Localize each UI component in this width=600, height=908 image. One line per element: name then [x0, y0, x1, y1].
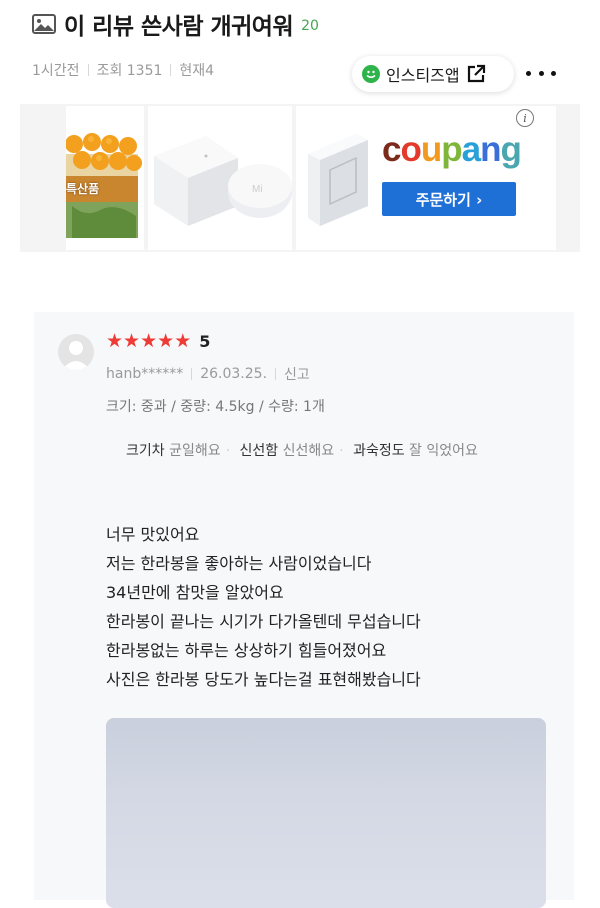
ad-coupang-tile[interactable] [296, 106, 556, 250]
insti-logo-icon [362, 65, 380, 83]
divider [170, 64, 172, 76]
product-box-image [308, 134, 368, 226]
rating-value: 5 [199, 331, 211, 351]
order-button[interactable]: 주문하기 › [382, 182, 516, 216]
eval-key: 과숙정도 [353, 443, 405, 459]
star-icon: ★ [174, 330, 192, 352]
post-views: 조회 1351 [96, 63, 163, 79]
divider [275, 368, 277, 380]
review-line: 34년만에 참맛을 알았어요 [106, 583, 284, 602]
review-line: 저는 한라봉을 좋아하는 사람이었습니다 [106, 554, 372, 573]
comment-count[interactable]: 20 [301, 18, 319, 34]
purchase-options: 크기: 중과 / 중량: 4.5kg / 수량: 1개 [106, 399, 325, 415]
eval-value: 신선해요 [282, 443, 335, 459]
review-line: 사진은 한라봉 당도가 높다는걸 표현해봤습니다 [106, 670, 421, 689]
open-app-button[interactable]: 인스티즈앱 [352, 56, 514, 92]
review-line: 한라봉없는 하루는 상상하기 힘들어졌어요 [106, 641, 387, 660]
eval-key: 신선함 [239, 443, 279, 459]
report-link[interactable]: 신고 [284, 364, 310, 384]
star-icon: ★ [106, 330, 124, 352]
review-photo[interactable] [106, 718, 546, 908]
title-row: 이 리뷰 쓴사람 개귀여워 20 [32, 8, 319, 40]
ad-banner[interactable]: 특산품 Mi coupang 주문하기 › i [20, 104, 580, 252]
avatar [58, 334, 94, 370]
star-icon: ★ [157, 330, 175, 352]
post-current: 현재4 [179, 63, 215, 79]
ad-product-speaker[interactable]: Mi [148, 106, 292, 250]
speaker-image: Mi [154, 136, 292, 226]
review-line: 한라봉이 끝나는 시기가 다가올텐데 무섭습니다 [106, 612, 421, 631]
coupang-logo: coupang [382, 130, 522, 169]
orange-box-image [66, 133, 142, 238]
star-icon: ★ [140, 330, 158, 352]
post-header: 이 리뷰 쓴사람 개귀여워 20 1시간전 조회 1351 현재4 인스티즈앱 [0, 0, 600, 110]
post-time: 1시간전 [32, 63, 80, 79]
review-date: 26.03.25. [200, 366, 268, 382]
ad-info-icon[interactable]: i [516, 109, 534, 127]
eval-key: 크기차 [126, 443, 165, 459]
review-card: ★ ★ ★ ★ ★ 5 hanb****** 26.03.25. 신고 크기: … [34, 312, 574, 908]
open-app-label: 인스티즈앱 [386, 66, 460, 85]
post-meta: 1시간전 조회 1351 현재4 [32, 60, 214, 80]
post-title: 이 리뷰 쓴사람 개귀여워 [64, 14, 294, 40]
review-meta: hanb****** 26.03.25. 신고 [106, 364, 310, 384]
eval-value: 균일해요 [169, 443, 221, 459]
external-link-icon [467, 64, 485, 83]
ad-tile-text: 특산품 [66, 182, 100, 196]
divider [191, 368, 193, 380]
review-line: 너무 맛있어요 [106, 525, 200, 544]
divider [87, 64, 89, 76]
reviewer-name: hanb****** [106, 366, 184, 382]
evaluation-summary: 크기차 균일해요 · 신선함 신선해요 · 과숙정도 잘 익었어요 [126, 443, 478, 459]
svg-text:Mi: Mi [252, 184, 263, 195]
more-options-icon[interactable] [526, 62, 556, 84]
star-icon: ★ [123, 330, 141, 352]
rating-stars: ★ ★ ★ ★ ★ 5 [106, 331, 210, 351]
eval-value: 잘 익었어요 [409, 443, 478, 459]
image-icon [32, 14, 56, 34]
ad-product-oranges[interactable]: 특산품 [66, 106, 144, 250]
review-text: 너무 맛있어요 저는 한라봉을 좋아하는 사람이었습니다 34년만에 참맛을 알… [106, 520, 421, 694]
